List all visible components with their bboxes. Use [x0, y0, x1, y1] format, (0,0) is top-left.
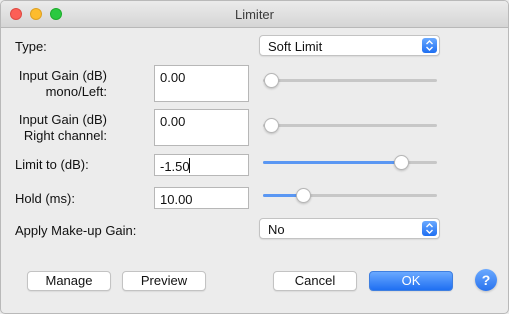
hold-value: 10.00: [160, 192, 193, 207]
input-gain-left-label-line2: mono/Left:: [45, 84, 107, 99]
title-bar[interactable]: Limiter: [1, 1, 508, 28]
makeup-gain-select[interactable]: No: [259, 218, 440, 239]
help-button[interactable]: ?: [475, 269, 497, 291]
input-gain-left-label: Input Gain (dB) mono/Left:: [15, 68, 107, 100]
cancel-button[interactable]: Cancel: [273, 271, 357, 291]
input-gain-left-slider[interactable]: [263, 71, 437, 91]
input-gain-right-label: Input Gain (dB) Right channel:: [15, 112, 107, 144]
slider-track: [263, 79, 437, 82]
input-gain-right-label-line2: Right channel:: [23, 128, 107, 143]
slider-knob[interactable]: [393, 155, 409, 170]
hold-label: Hold (ms):: [15, 191, 75, 206]
type-label: Type:: [15, 39, 47, 54]
input-gain-left-value: 0.00: [160, 70, 186, 85]
slider-knob[interactable]: [264, 118, 279, 133]
input-gain-right-value: 0.00: [160, 114, 186, 129]
input-gain-left-field[interactable]: 0.00: [154, 65, 249, 102]
hold-field[interactable]: 10.00: [154, 187, 249, 209]
popup-arrows-icon: [422, 38, 437, 53]
input-gain-right-field[interactable]: 0.00: [154, 109, 249, 146]
makeup-gain-select-value: No: [268, 222, 285, 237]
slider-track: [263, 124, 437, 127]
type-select[interactable]: Soft Limit: [259, 35, 440, 56]
manage-button[interactable]: Manage: [27, 271, 111, 291]
limiter-dialog: Limiter Type: Soft Limit Input Gain (dB)…: [0, 0, 509, 314]
popup-arrows-icon: [422, 221, 437, 236]
slider-knob[interactable]: [264, 73, 279, 88]
input-gain-left-label-line1: Input Gain (dB): [18, 68, 107, 83]
limit-to-label: Limit to (dB):: [15, 157, 89, 172]
limit-to-value: -1.50: [160, 159, 190, 174]
makeup-gain-label: Apply Make-up Gain:: [15, 223, 137, 238]
slider-fill: [263, 161, 401, 164]
text-caret: [189, 158, 190, 173]
limit-to-slider[interactable]: [263, 153, 437, 173]
ok-button[interactable]: OK: [369, 271, 453, 291]
limit-to-field[interactable]: -1.50: [154, 154, 249, 176]
window-title: Limiter: [234, 7, 274, 22]
input-gain-right-label-line1: Input Gain (dB): [18, 112, 107, 127]
preview-button[interactable]: Preview: [122, 271, 206, 291]
type-select-value: Soft Limit: [268, 39, 323, 54]
slider-knob[interactable]: [295, 188, 311, 203]
hold-slider[interactable]: [263, 186, 437, 206]
input-gain-right-slider[interactable]: [263, 116, 437, 136]
